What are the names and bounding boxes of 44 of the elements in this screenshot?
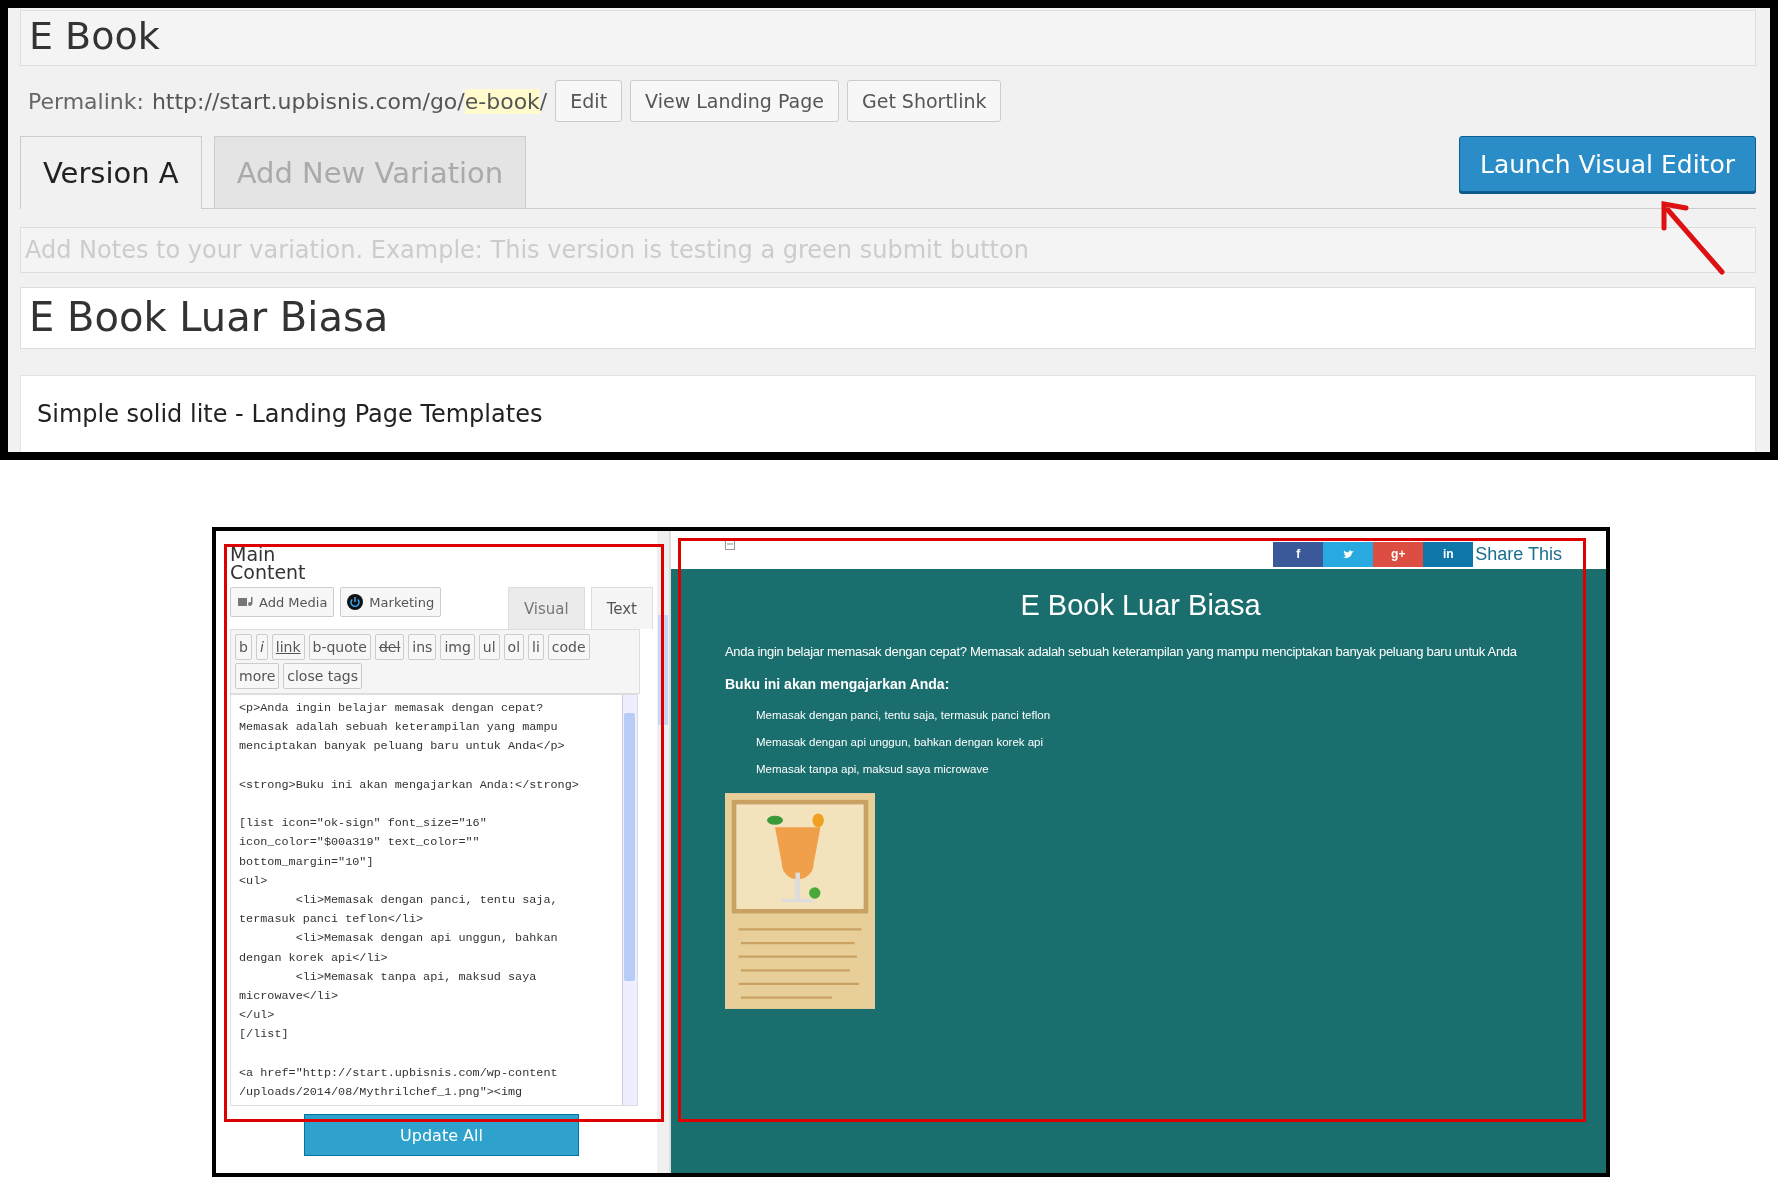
section-heading: Main Content bbox=[230, 545, 306, 581]
title-field[interactable]: E Book bbox=[20, 10, 1756, 66]
quicktag-button[interactable]: img bbox=[440, 634, 475, 660]
power-icon bbox=[347, 594, 364, 610]
page-title-field[interactable]: E Book Luar Biasa bbox=[20, 287, 1756, 349]
permalink-button[interactable]: Get Shortlink bbox=[846, 80, 1002, 122]
quicktag-button[interactable]: i bbox=[255, 634, 268, 660]
intro-paragraph: Anda ingin belajar memasak dengan cepat? Memasak adalah sebuah keterampilan yang mampu menciptakan banyak peluang baru untuk Anda bbox=[725, 643, 1518, 661]
media-button[interactable]: Marketing bbox=[340, 587, 442, 617]
share-label: Share This bbox=[1475, 543, 1562, 565]
quicktag-button[interactable]: close tags bbox=[283, 663, 363, 689]
media-icon bbox=[237, 595, 253, 609]
permalink-url[interactable]: http://start.upbisnis.com/go/e-book/ bbox=[151, 88, 548, 114]
permalink-button[interactable]: View Landing Page bbox=[630, 80, 839, 122]
list-item: Memasak dengan api unggun, bahkan dengan korek api bbox=[756, 735, 1045, 750]
quicktag-button[interactable]: ol bbox=[503, 634, 525, 660]
quicktag-button[interactable]: b bbox=[235, 634, 252, 660]
page-heading: E Book Luar Biasa bbox=[1019, 589, 1262, 622]
quicktag-button[interactable]: more bbox=[235, 663, 280, 689]
list-item: Memasak tanpa api, maksud saya microwave bbox=[756, 762, 990, 777]
scrollbar[interactable] bbox=[622, 695, 637, 1105]
media-button[interactable]: Add Media bbox=[230, 587, 335, 617]
quicktag-button[interactable]: ul bbox=[478, 634, 500, 660]
bird-icon bbox=[1342, 549, 1354, 559]
share-button[interactable]: in bbox=[1423, 541, 1474, 567]
share-button[interactable]: g+ bbox=[1373, 541, 1424, 567]
quicktag-button[interactable]: b-quote bbox=[308, 634, 371, 660]
editor-tab[interactable]: Text bbox=[590, 587, 653, 629]
share-button[interactable]: f bbox=[1273, 541, 1324, 567]
list-item: Memasak dengan panci, tentu saja, termasuk panci teflon bbox=[756, 708, 1052, 723]
quicktag-button[interactable]: code bbox=[547, 634, 590, 660]
quicktag-button[interactable]: link bbox=[271, 634, 305, 660]
quicktag-button[interactable]: ins bbox=[408, 634, 437, 660]
quicktag-button[interactable]: li bbox=[528, 634, 544, 660]
subheading: Buku ini akan mengajarkan Anda: bbox=[725, 676, 951, 692]
version-tab[interactable]: Version A bbox=[20, 136, 202, 209]
launch-visual-editor-button[interactable]: Launch Visual Editor bbox=[1458, 136, 1756, 192]
permalink-button[interactable]: Edit bbox=[555, 80, 623, 122]
broken-image-icon bbox=[725, 539, 735, 550]
share-button[interactable] bbox=[1323, 541, 1374, 567]
template-title: Simple solid lite - Landing Page Templates bbox=[37, 400, 543, 428]
quicktag-button[interactable]: del bbox=[374, 634, 405, 660]
editor-tab[interactable]: Visual bbox=[507, 587, 585, 629]
permalink-label: Permalink: bbox=[27, 88, 144, 114]
